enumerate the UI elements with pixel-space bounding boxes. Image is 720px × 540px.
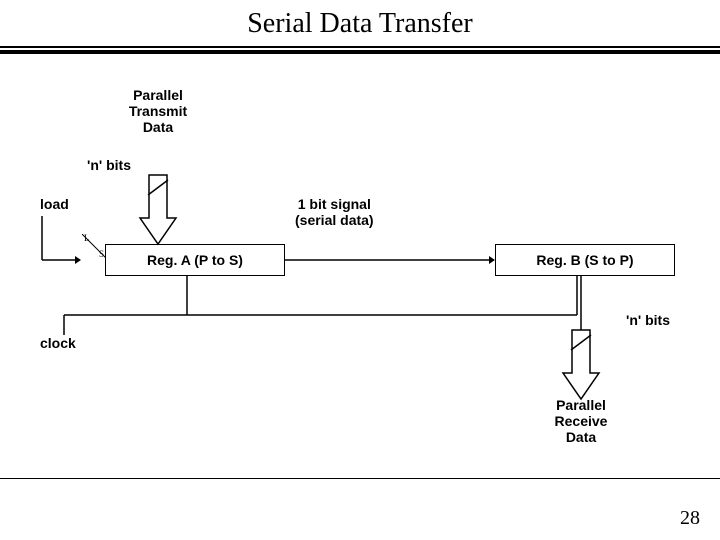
page-number: 28 — [680, 507, 700, 530]
reg-b-box: Reg. B (S to P) — [495, 244, 675, 276]
parallel-transmit-arrow — [140, 175, 176, 244]
ls-S: S — [99, 249, 104, 259]
reg-a-box: Reg. A (P to S) — [105, 244, 285, 276]
page-title: Serial Data Transfer — [0, 0, 720, 46]
one-bit-signal-label: 1 bit signal (serial data) — [295, 196, 374, 228]
ls-L: L — [84, 233, 90, 243]
n-bits-bottom-label: 'n' bits — [626, 312, 670, 328]
ls-marker: L S — [82, 234, 106, 258]
parallel-receive-label: Parallel Receive Data — [541, 397, 621, 445]
parallel-transmit-label: Parallel Transmit Data — [118, 87, 198, 135]
title-rule-thin — [0, 46, 720, 48]
title-rule-thick — [0, 50, 720, 54]
bottom-rule — [0, 478, 720, 479]
n-bits-top-label: 'n' bits — [87, 157, 131, 173]
parallel-receive-arrow — [563, 330, 599, 399]
load-label: load — [40, 196, 69, 212]
clock-label: clock — [40, 335, 76, 351]
